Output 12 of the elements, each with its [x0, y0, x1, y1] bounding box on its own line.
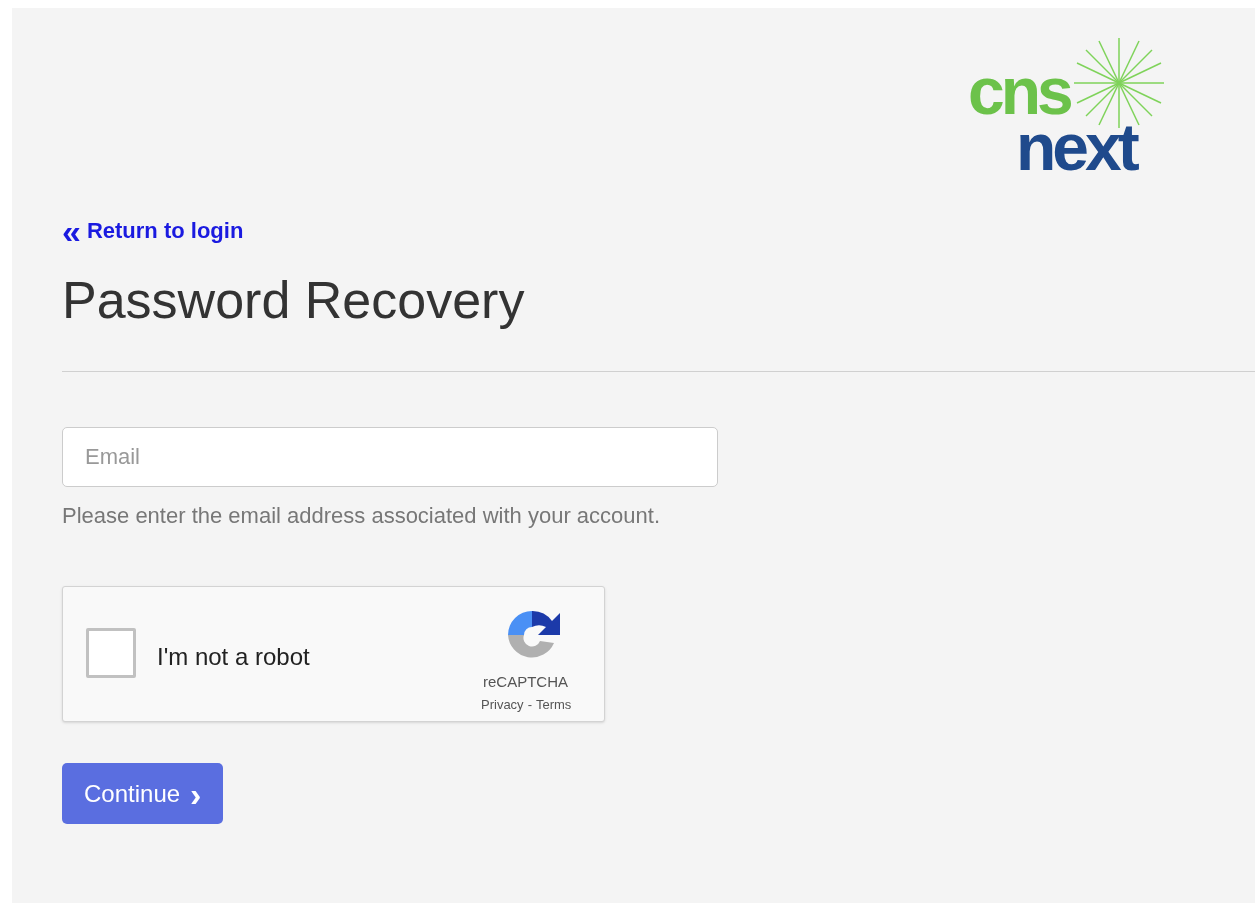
email-field[interactable]: Email — [62, 427, 718, 487]
continue-button[interactable]: Continue › — [62, 763, 224, 824]
privacy-link[interactable]: Privacy — [481, 695, 524, 715]
page-title: Password Recovery — [62, 270, 525, 330]
recaptcha-brand: reCAPTCHA — [483, 672, 568, 692]
captcha-label: I'm not a robot — [157, 642, 310, 672]
return-to-login-link[interactable]: « Return to login — [62, 214, 244, 247]
help-text: Please enter the email address associated with your account. — [62, 502, 661, 530]
starburst-icon — [1074, 38, 1164, 128]
terms-link[interactable]: Terms — [535, 695, 572, 715]
separator: - — [527, 696, 532, 714]
checkbox[interactable] — [86, 628, 136, 678]
